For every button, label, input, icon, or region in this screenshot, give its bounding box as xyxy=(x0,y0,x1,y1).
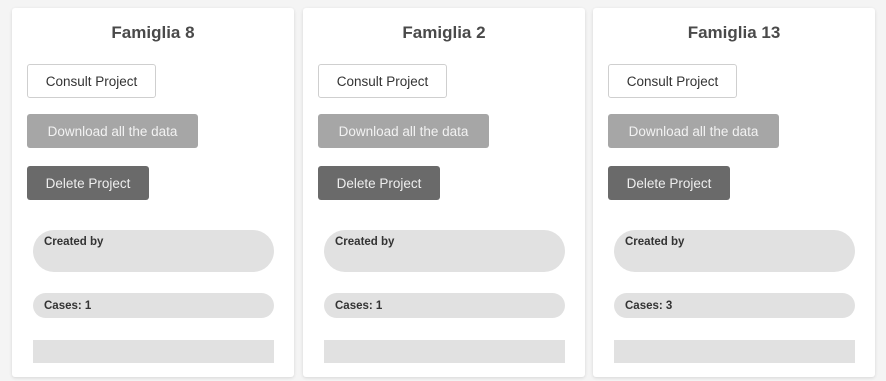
download-all-data-button[interactable]: Download all the data xyxy=(608,114,779,148)
cases-label: Cases: 1 xyxy=(335,299,383,312)
created-by-field: Created by xyxy=(324,230,565,272)
delete-project-button[interactable]: Delete Project xyxy=(608,166,730,200)
created-by-field: Created by xyxy=(33,230,274,272)
created-by-label: Created by xyxy=(44,236,104,248)
consult-project-button[interactable]: Consult Project xyxy=(27,64,156,98)
delete-project-button[interactable]: Delete Project xyxy=(318,166,440,200)
cases-label: Cases: 3 xyxy=(625,299,673,312)
cases-label: Cases: 1 xyxy=(44,299,92,312)
project-title: Famiglia 2 xyxy=(402,23,486,42)
created-by-label: Created by xyxy=(335,236,395,248)
project-card: Famiglia 2 Consult Project Download all … xyxy=(303,8,585,377)
placeholder-bar xyxy=(324,340,565,363)
project-card: Famiglia 13 Consult Project Download all… xyxy=(593,8,875,377)
cases-count: Cases: 1 xyxy=(33,293,274,318)
consult-project-button[interactable]: Consult Project xyxy=(608,64,737,98)
project-card: Famiglia 8 Consult Project Download all … xyxy=(12,8,294,377)
download-all-data-button[interactable]: Download all the data xyxy=(27,114,198,148)
cases-count: Cases: 1 xyxy=(324,293,565,318)
placeholder-bar xyxy=(614,340,855,363)
created-by-label: Created by xyxy=(625,236,685,248)
created-by-field: Created by xyxy=(614,230,855,272)
project-title: Famiglia 13 xyxy=(687,23,781,42)
download-all-data-button[interactable]: Download all the data xyxy=(318,114,489,148)
consult-project-button[interactable]: Consult Project xyxy=(318,64,447,98)
delete-project-button[interactable]: Delete Project xyxy=(27,166,149,200)
cases-count: Cases: 3 xyxy=(614,293,855,318)
project-title: Famiglia 8 xyxy=(111,23,195,42)
placeholder-bar xyxy=(33,340,274,363)
